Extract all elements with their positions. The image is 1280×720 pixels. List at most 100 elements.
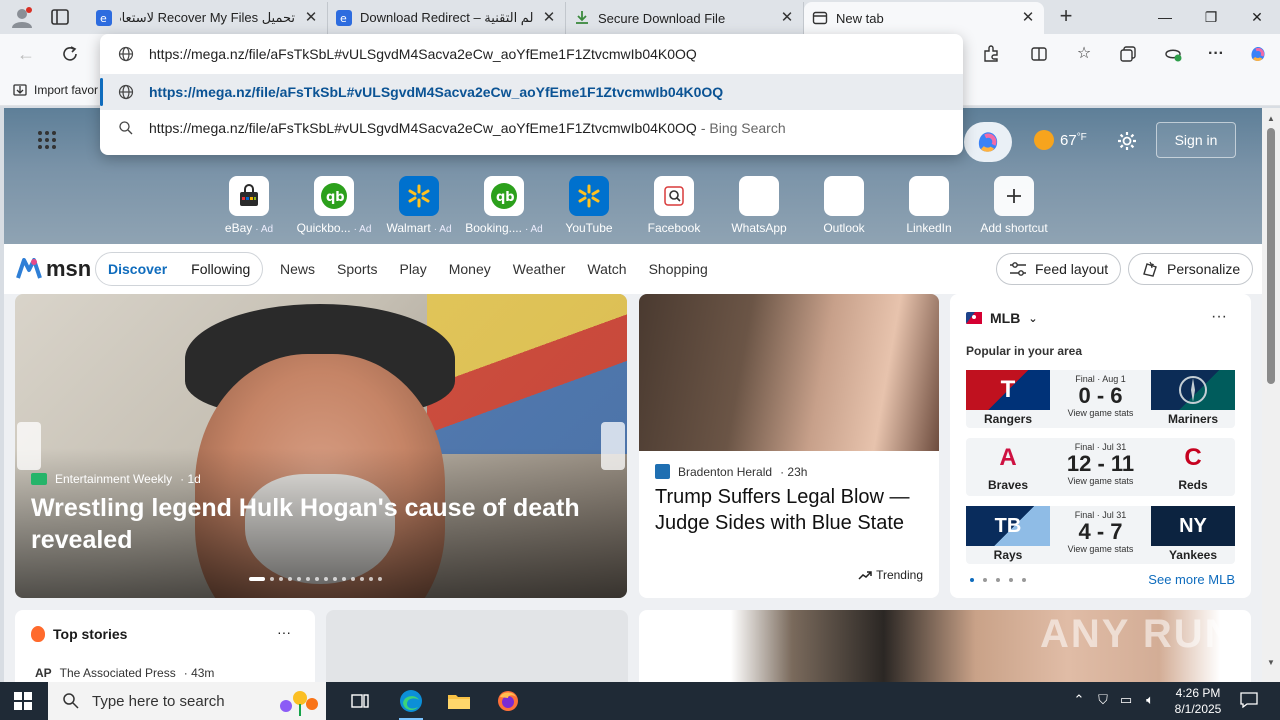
shortcut-booking[interactable]: qb Booking.... · Ad xyxy=(464,176,544,235)
carousel-dot[interactable] xyxy=(279,577,283,581)
copilot-icon[interactable] xyxy=(1246,42,1270,66)
view-stats-link[interactable]: View game stats xyxy=(1050,544,1151,554)
msn-logo[interactable]: msn xyxy=(16,256,91,282)
tab-download-redirect[interactable]: e Download Redirect – عالم التقنية ✕ xyxy=(328,2,566,34)
game-score[interactable]: TB Rays Final · Jul 31 4 - 7 View game s… xyxy=(966,506,1235,564)
suggestion-url[interactable]: https://mega.nz/file/aFsTkSbL#vULSgvdM4S… xyxy=(100,74,963,110)
carousel-dot[interactable] xyxy=(351,577,355,581)
carousel-dot[interactable] xyxy=(333,577,337,581)
carousel-dot[interactable] xyxy=(297,577,301,581)
close-tab-icon[interactable]: ✕ xyxy=(779,10,795,26)
nav-sports[interactable]: Sports xyxy=(337,261,377,277)
edge-taskbar-icon[interactable] xyxy=(397,688,425,720)
tab-actions-icon[interactable] xyxy=(50,8,70,26)
tab-following[interactable]: Following xyxy=(191,261,250,277)
profile-icon[interactable] xyxy=(10,6,34,28)
game-score[interactable]: T Rangers Final · Aug 1 0 - 6 View game … xyxy=(966,370,1235,428)
carousel-dot[interactable] xyxy=(306,577,310,581)
task-view-icon[interactable] xyxy=(346,688,374,714)
story-title[interactable]: Trump Suffers Legal Blow — Judge Sides w… xyxy=(655,484,925,536)
carousel-dot[interactable] xyxy=(342,577,346,581)
carousel-dot[interactable] xyxy=(270,577,274,581)
refresh-icon[interactable] xyxy=(58,42,82,66)
browser-essentials-icon[interactable] xyxy=(1161,42,1185,66)
close-tab-icon[interactable]: ✕ xyxy=(541,10,557,26)
tray-chevron-up-icon[interactable]: ⌃ xyxy=(1070,692,1088,710)
news-story-card[interactable]: Bradenton Herald · 23h Trump Suffers Leg… xyxy=(639,294,939,598)
nav-play[interactable]: Play xyxy=(399,261,426,277)
close-window-icon[interactable]: ✕ xyxy=(1246,6,1268,28)
tab-new-tab[interactable]: New tab ✕ xyxy=(804,2,1044,34)
sign-in-button[interactable]: Sign in xyxy=(1156,122,1236,158)
nav-news[interactable]: News xyxy=(280,261,315,277)
pagination-dot[interactable] xyxy=(1022,578,1026,582)
shortcut-quickbooks[interactable]: qb Quickbo... · Ad xyxy=(294,176,374,235)
game-score[interactable]: A Braves Final · Jul 31 12 - 11 View gam… xyxy=(966,438,1235,496)
carousel-dot[interactable] xyxy=(378,577,382,581)
page-scrollbar[interactable]: ▲ ▼ xyxy=(1262,108,1280,682)
volume-icon[interactable]: 🔈︎ xyxy=(1141,692,1159,710)
tab-discover[interactable]: Discover xyxy=(108,261,167,277)
carousel-dot[interactable] xyxy=(288,577,292,581)
mlb-league-selector[interactable]: MLB ⌄ xyxy=(966,310,1038,326)
back-icon[interactable]: ← xyxy=(14,42,38,66)
pagination-dot[interactable] xyxy=(970,578,974,582)
close-tab-icon[interactable]: ✕ xyxy=(303,10,319,26)
nav-money[interactable]: Money xyxy=(449,261,491,277)
scroll-up-icon[interactable]: ▲ xyxy=(1266,114,1276,124)
more-options-icon[interactable]: ··· xyxy=(277,624,291,640)
collections-icon[interactable] xyxy=(1116,42,1140,66)
split-screen-icon[interactable] xyxy=(1027,42,1051,66)
more-menu-icon[interactable]: ··· xyxy=(1204,42,1228,66)
extensions-icon[interactable] xyxy=(979,42,1003,66)
see-more-mlb-link[interactable]: See more MLB xyxy=(1148,572,1235,587)
nav-watch[interactable]: Watch xyxy=(587,261,626,277)
firefox-icon[interactable] xyxy=(494,688,522,714)
pagination-dot[interactable] xyxy=(983,578,987,582)
carousel-prev-button[interactable] xyxy=(17,422,41,470)
shortcut-whatsapp[interactable]: WhatsApp xyxy=(719,176,799,235)
windows-start-icon[interactable] xyxy=(14,692,32,710)
feed-layout-button[interactable]: Feed layout xyxy=(996,253,1122,285)
shortcut-walmart[interactable]: Walmart · Ad xyxy=(379,176,459,235)
shortcut-outlook[interactable]: Outlook xyxy=(804,176,884,235)
shortcut-youtube[interactable]: YouTube xyxy=(549,176,629,235)
security-icon[interactable]: ⛉ xyxy=(1094,692,1112,710)
carousel-dot[interactable] xyxy=(315,577,319,581)
hero-story-title[interactable]: Wrestling legend Hulk Hogan's cause of d… xyxy=(31,492,591,556)
copilot-search-button[interactable] xyxy=(964,122,1012,162)
weather-widget[interactable]: 67 °F xyxy=(1034,130,1087,150)
personalize-button[interactable]: Personalize xyxy=(1128,253,1254,285)
file-explorer-icon[interactable] xyxy=(445,688,473,714)
taskbar-search-input[interactable]: Type here to search xyxy=(48,682,326,720)
tab-recover-my-files[interactable]: e تحميل Recover My Files لاستعادة الـ ✕ xyxy=(88,2,328,34)
scrollbar-thumb[interactable] xyxy=(1267,128,1275,384)
carousel-dot[interactable] xyxy=(249,577,265,581)
shortcut-linkedin[interactable]: LinkedIn xyxy=(889,176,969,235)
carousel-dot[interactable] xyxy=(324,577,328,581)
notifications-icon[interactable] xyxy=(1238,692,1260,710)
import-favorites-link[interactable]: Import favor xyxy=(12,82,98,98)
carousel-dot[interactable] xyxy=(360,577,364,581)
suggestion-search[interactable]: https://mega.nz/file/aFsTkSbL#vULSgvdM4S… xyxy=(100,110,963,146)
network-icon[interactable]: ▭ xyxy=(1117,692,1135,710)
tab-secure-download[interactable]: Secure Download File ✕ xyxy=(566,2,804,34)
pagination-dot[interactable] xyxy=(996,578,1000,582)
carousel-next-button[interactable] xyxy=(601,422,625,470)
view-stats-link[interactable]: View game stats xyxy=(1050,408,1151,418)
view-stats-link[interactable]: View game stats xyxy=(1050,476,1151,486)
nav-shopping[interactable]: Shopping xyxy=(649,261,708,277)
close-tab-icon[interactable]: ✕ xyxy=(1020,10,1036,26)
scroll-down-icon[interactable]: ▼ xyxy=(1266,658,1276,668)
add-tab-icon[interactable]: + xyxy=(1055,5,1077,28)
nav-weather[interactable]: Weather xyxy=(513,261,566,277)
shortcut-facebook[interactable]: Facebook xyxy=(634,176,714,235)
restore-icon[interactable]: ❐ xyxy=(1200,6,1222,28)
system-clock[interactable]: 4:26 PM 8/1/2025 xyxy=(1168,685,1228,717)
minimize-icon[interactable]: — xyxy=(1154,6,1176,28)
apps-grid-icon[interactable] xyxy=(37,130,57,150)
settings-gear-icon[interactable] xyxy=(1116,130,1138,152)
more-options-icon[interactable]: ··· xyxy=(1211,308,1227,326)
add-shortcut-button[interactable]: Add shortcut xyxy=(974,176,1054,235)
address-input[interactable]: https://mega.nz/file/aFsTkSbL#vULSgvdM4S… xyxy=(100,36,963,72)
